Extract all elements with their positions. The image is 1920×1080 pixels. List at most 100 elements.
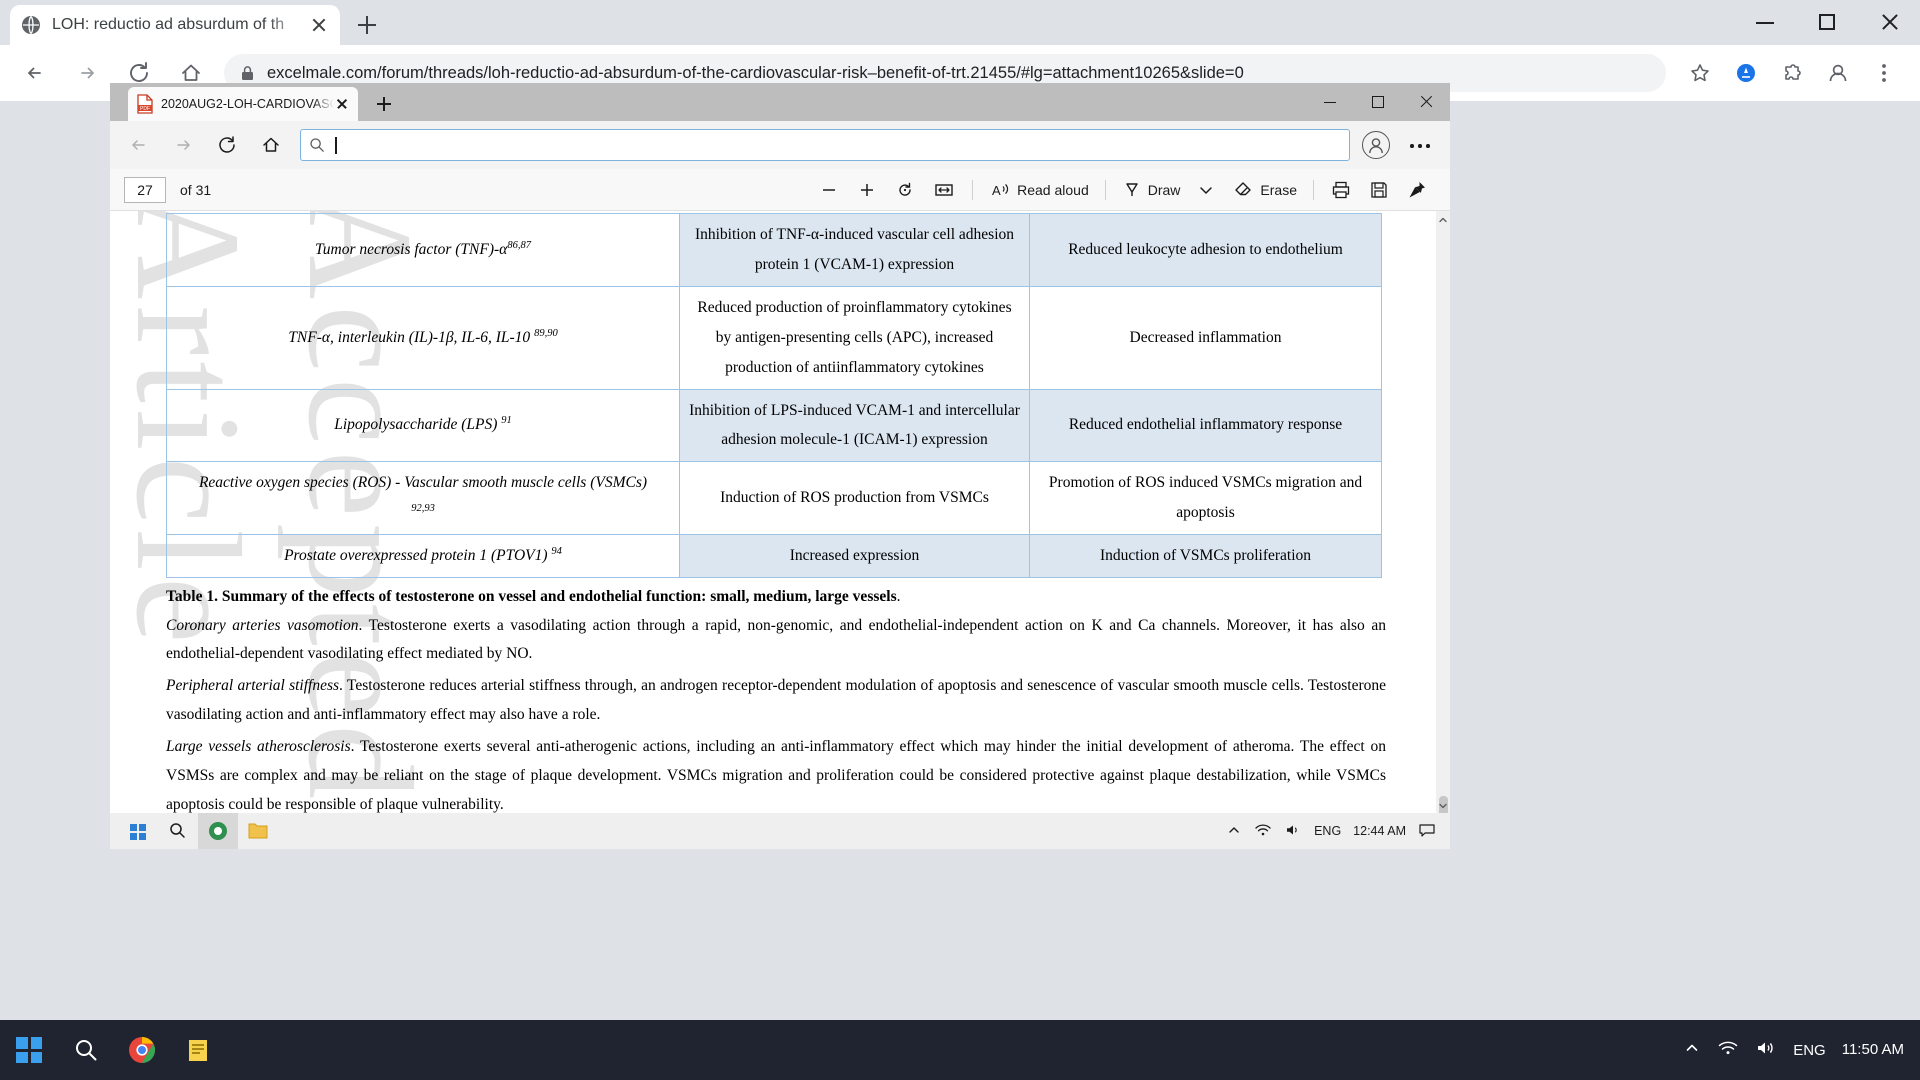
save-icon[interactable] — [1360, 169, 1398, 211]
language-indicator[interactable]: ENG — [1314, 824, 1341, 838]
table-row: Prostate overexpressed protein 1 (PTOV1)… — [166, 534, 1382, 579]
language-indicator[interactable]: ENG — [1793, 1042, 1826, 1059]
home-icon[interactable] — [256, 130, 286, 160]
table-cell-factor: Lipopolysaccharide (LPS) 91 — [166, 388, 680, 463]
speaker-icon[interactable] — [1755, 1040, 1777, 1060]
paragraph-atherosclerosis: Large vessels atherosclerosis. Testoster… — [166, 733, 1386, 813]
pdf-page-content[interactable]: Accepted Article Tumor necrosis factor (… — [110, 211, 1450, 813]
table-row: TNF-α, interleukin (IL)-1β, IL-6, IL-10 … — [166, 285, 1382, 390]
erase-button[interactable]: Erase — [1224, 169, 1305, 211]
back-arrow-icon[interactable] — [124, 130, 154, 160]
pdf-document-tab[interactable]: PDF 2020AUG2-LOH-CARDIOVASCUL — [128, 87, 358, 121]
three-dot-menu-icon[interactable] — [1864, 53, 1904, 93]
read-aloud-label: Read aloud — [1017, 181, 1089, 198]
show-hidden-icons-chevron[interactable] — [1683, 1040, 1701, 1060]
three-dot-menu-icon[interactable] — [1406, 131, 1434, 159]
forward-arrow-icon[interactable] — [168, 130, 198, 160]
scroll-up-arrow-icon[interactable] — [1437, 213, 1449, 225]
bookmark-star-icon[interactable] — [1680, 53, 1720, 93]
file-explorer-icon[interactable] — [238, 813, 278, 849]
draw-button[interactable]: Draw — [1114, 169, 1189, 211]
address-bar-url: excelmale.com/forum/threads/loh-reductio… — [267, 63, 1244, 82]
notepad-icon[interactable] — [170, 1020, 226, 1080]
notification-icon[interactable] — [1418, 823, 1436, 840]
table-row: Reactive oxygen species (ROS) - Vascular… — [166, 461, 1382, 536]
zoom-in-button[interactable] — [848, 169, 886, 211]
wifi-icon[interactable] — [1254, 823, 1272, 840]
paragraph-coronary: Coronary arteries vasomotion. Testostero… — [166, 612, 1386, 670]
profile-avatar-icon[interactable] — [1818, 53, 1858, 93]
close-icon[interactable] — [334, 96, 350, 112]
pdf-search-input[interactable] — [300, 129, 1350, 161]
chevron-down-icon[interactable] — [1188, 169, 1224, 211]
minimize-icon[interactable] — [1734, 0, 1796, 45]
new-tab-plus-icon[interactable] — [350, 8, 384, 42]
new-tab-plus-icon[interactable] — [372, 92, 396, 116]
pdf-window-nav-bar — [110, 121, 1450, 169]
table-caption: Table 1. Summary of the effects of testo… — [166, 585, 1386, 609]
rotate-icon[interactable] — [886, 169, 924, 211]
lock-icon — [240, 65, 255, 82]
minimize-icon[interactable] — [1306, 83, 1354, 121]
profile-avatar-icon[interactable] — [1362, 131, 1390, 159]
read-aloud-button[interactable]: A Read aloud — [981, 169, 1097, 211]
search-icon[interactable] — [58, 1020, 114, 1080]
pdf-tab-title: 2020AUG2-LOH-CARDIOVASCUL — [161, 97, 334, 111]
table-cell-factor: Reactive oxygen species (ROS) - Vascular… — [166, 461, 680, 536]
close-icon[interactable] — [308, 14, 330, 36]
inner-windows-taskbar: ENG 12:44 AM — [110, 813, 1450, 849]
chrome-browser-icon[interactable] — [114, 1020, 170, 1080]
pdf-vertical-scrollbar[interactable] — [1436, 211, 1450, 836]
system-tray: ENG 11:50 AM — [1683, 1040, 1920, 1060]
paragraph-stiffness: Peripheral arterial stiffness. Testoster… — [166, 672, 1386, 730]
windows-start-icon[interactable] — [0, 1020, 58, 1080]
maximize-icon[interactable] — [1354, 83, 1402, 121]
collections-icon[interactable] — [1726, 53, 1766, 93]
clock[interactable]: 12:44 AM — [1353, 824, 1406, 838]
svg-text:A: A — [992, 183, 1001, 198]
search-icon — [309, 137, 325, 153]
show-hidden-icons-chevron[interactable] — [1226, 823, 1242, 840]
reference-superscript: 92,93 — [411, 503, 435, 515]
speaker-icon[interactable] — [1284, 823, 1302, 840]
pin-icon[interactable] — [1398, 169, 1436, 211]
print-icon[interactable] — [1322, 169, 1360, 211]
table-cell-effect: Induction of ROS production from VSMCs — [679, 461, 1030, 536]
table-cell-effect: Inhibition of LPS-induced VCAM-1 and int… — [679, 388, 1030, 463]
paragraph-lead: Peripheral arterial stiffness — [166, 677, 340, 695]
clock[interactable]: 11:50 AM — [1841, 1040, 1904, 1059]
back-arrow-icon[interactable] — [18, 56, 52, 90]
windows-start-icon[interactable] — [118, 813, 158, 849]
maximize-icon[interactable] — [1796, 0, 1858, 45]
fit-to-page-icon[interactable] — [924, 169, 964, 211]
pdf-file-icon: PDF — [136, 94, 154, 114]
windows-taskbar: ENG 11:50 AM — [0, 1020, 1920, 1080]
browser-tab[interactable]: LOH: reductio ad absurdum of th — [10, 5, 340, 45]
puzzle-piece-icon[interactable] — [1772, 53, 1812, 93]
table-caption-tail: . — [896, 588, 901, 606]
pdf-window-controls — [1306, 83, 1450, 121]
table-cell-outcome: Promotion of ROS induced VSMCs migration… — [1029, 461, 1382, 536]
omnibox-actions — [1680, 53, 1910, 93]
forward-arrow-icon[interactable] — [70, 56, 104, 90]
table-cell-effect: Reduced production of proinflammatory cy… — [679, 285, 1030, 390]
reference-superscript: 89,90 — [534, 327, 558, 339]
table-cell-outcome: Reduced leukocyte adhesion to endotheliu… — [1029, 213, 1382, 287]
toolbar-divider — [1104, 179, 1106, 200]
draw-label: Draw — [1147, 181, 1181, 198]
clock-time: 11:50 AM — [1841, 1040, 1904, 1058]
globe-icon — [20, 14, 42, 36]
close-icon[interactable] — [1402, 83, 1450, 121]
page-number-input[interactable]: 27 — [124, 176, 166, 203]
pdf-window-tab-strip: PDF 2020AUG2-LOH-CARDIOVASCUL — [110, 83, 1450, 121]
close-icon[interactable] — [1858, 0, 1920, 45]
edge-browser-icon[interactable] — [198, 813, 238, 849]
table-cell-outcome: Induction of VSMCs proliferation — [1029, 534, 1382, 579]
table-cell-effect: Increased expression — [679, 534, 1030, 579]
wifi-icon[interactable] — [1717, 1040, 1739, 1060]
zoom-out-button[interactable] — [810, 169, 848, 211]
scroll-down-arrow-icon[interactable] — [1437, 799, 1449, 811]
document-body: Tumor necrosis factor (TNF)-α86,87 Inhib… — [166, 211, 1386, 813]
reload-icon[interactable] — [212, 130, 242, 160]
search-icon[interactable] — [158, 813, 198, 849]
